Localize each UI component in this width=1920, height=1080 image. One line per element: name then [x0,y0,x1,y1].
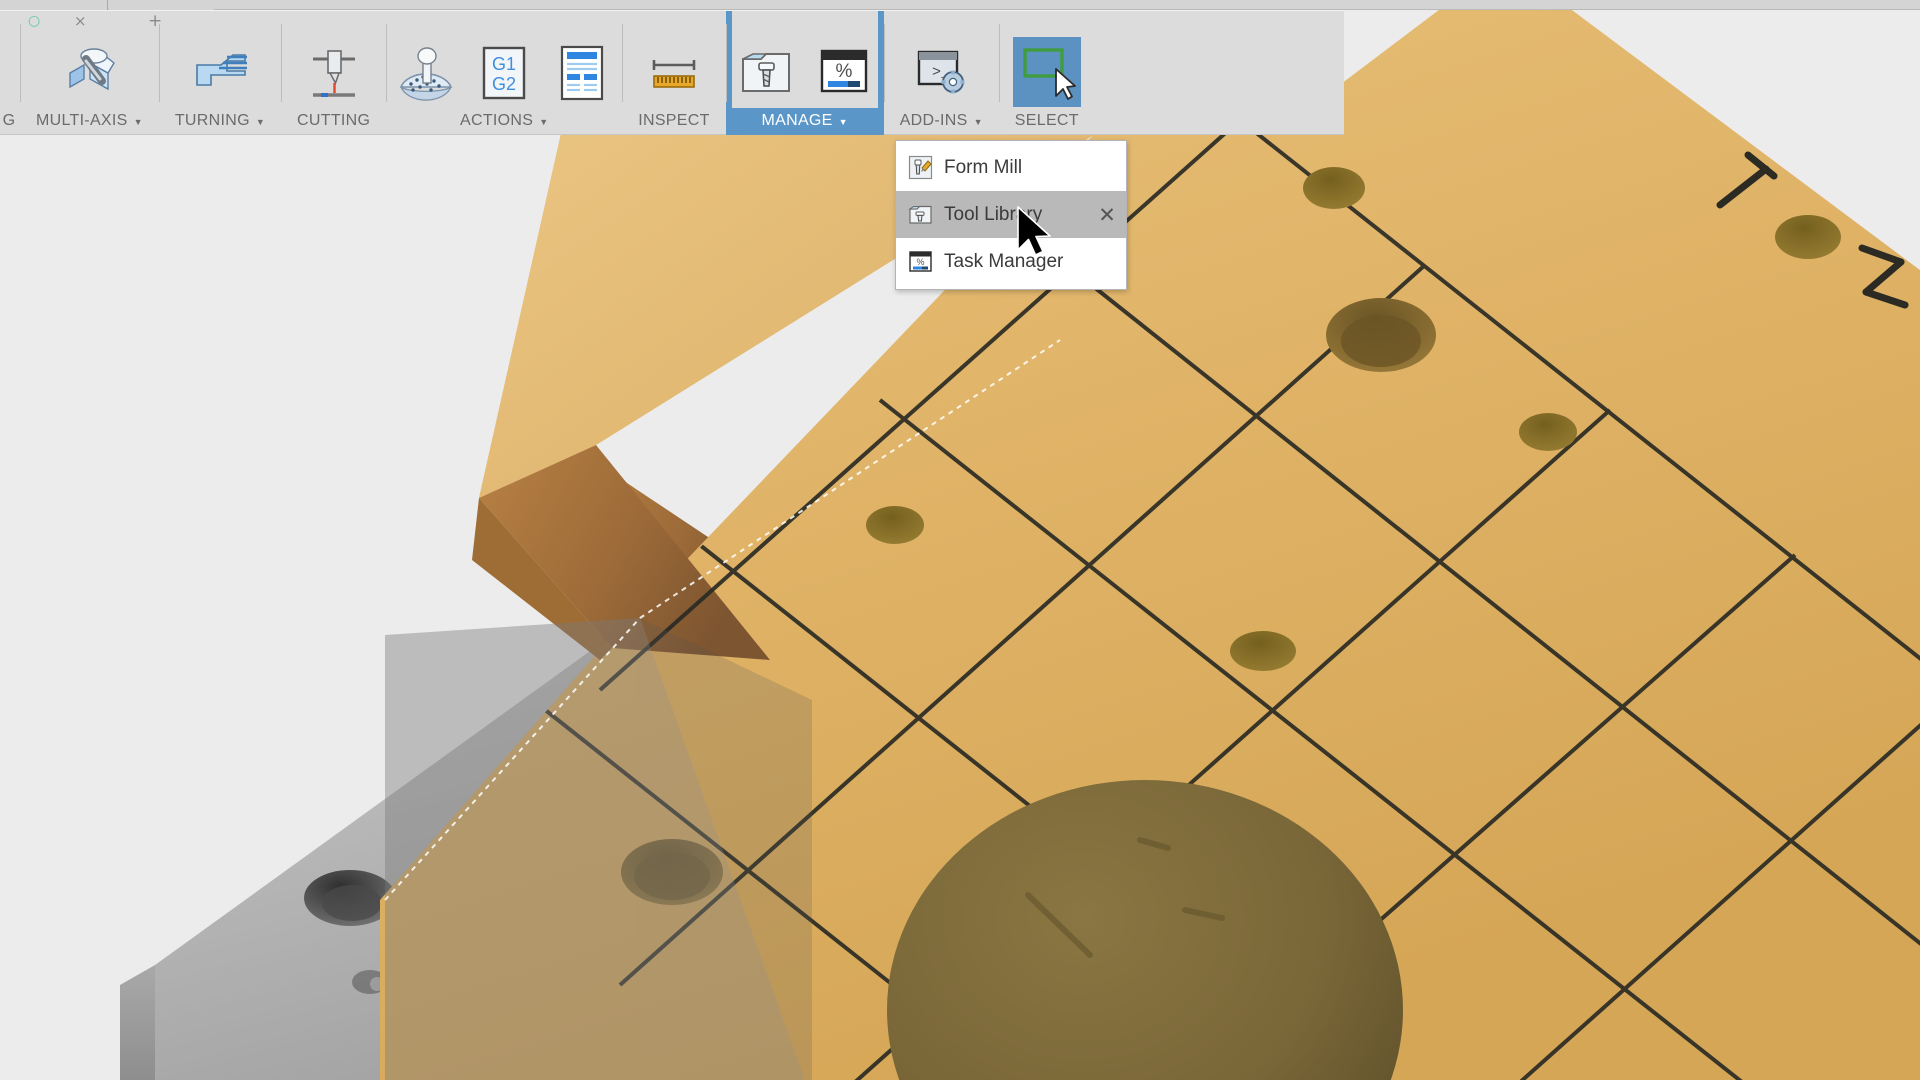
hole-small [1519,413,1577,451]
ribbon-group-turning-label: TURNING ▼ [165,108,275,133]
menu-item-tool-library-label: Tool Library [944,203,1043,225]
ribbon-group-actions[interactable]: G1 G2 ACTIONS ▼ [386,10,622,135]
chevron-down-icon[interactable]: ▼ [134,111,143,133]
ribbon-group-multi-axis-label: MULTI-AXIS ▼ [26,108,153,133]
svg-text:G2: G2 [492,74,516,94]
post-process-g1-g2-icon[interactable]: G1 G2 [470,36,538,108]
tab-active[interactable] [0,0,108,10]
turning-icon[interactable] [186,36,254,108]
ribbon-group-add-ins-label: ADD-INS ▼ [890,108,993,133]
cutting-icon[interactable] [300,36,368,108]
label-text: MANAGE [761,111,833,129]
ribbon-group-manage[interactable]: % MANAGE ▼ [725,10,884,135]
label-text: MULTI-AXIS [36,111,128,129]
chevron-down-icon[interactable]: ▼ [539,111,548,133]
chevron-down-icon[interactable]: ▼ [839,111,848,133]
task-manager-icon[interactable]: % [810,36,878,108]
browser-tab-strip: ○ × + [0,0,1920,30]
measure-ruler-icon[interactable] [640,36,708,108]
manage-dropdown-menu[interactable]: Form Mill Tool Library ✕ % Task Manager [895,140,1127,290]
tool-library-icon [906,201,934,229]
menu-item-form-mill[interactable]: Form Mill [896,144,1126,191]
hole-small [1775,215,1841,259]
ribbon-group-cutting[interactable]: CUTTING [281,10,386,135]
select-window-icon[interactable] [1012,36,1081,108]
ribbon-group-manage-label: MANAGE ▼ [732,108,878,133]
label-text: ADD-INS [899,111,968,129]
menu-item-task-manager[interactable]: % Task Manager [896,238,1126,285]
chevron-down-icon[interactable]: ▼ [256,111,265,133]
tool-library-icon[interactable] [732,36,800,108]
hole-small [1303,167,1365,209]
cam-ribbon-toolbar: G MULTI-AXIS ▼ TURNING ▼ CUTTING G1 G2 A… [0,10,1344,135]
menu-item-tool-library[interactable]: Tool Library ✕ [896,191,1126,238]
ribbon-group-multi-axis[interactable]: MULTI-AXIS ▼ [20,10,159,135]
ribbon-group-cutting-label: CUTTING [297,111,371,129]
ribbon-group-select-label: SELECT [1014,111,1079,129]
ribbon-group-milling[interactable]: G [0,10,20,135]
ribbon-group-inspect-label: INSPECT [638,111,710,129]
setup-sheet-icon[interactable] [548,36,616,108]
ribbon-group-add-ins[interactable]: >_ ADD-INS ▼ [883,10,999,135]
label-text: ACTIONS [460,111,534,129]
ribbon-group-inspect[interactable]: INSPECT [622,10,725,135]
add-ins-terminal-gear-icon[interactable]: >_ [907,36,975,108]
menu-item-task-manager-label: Task Manager [944,250,1064,272]
multi-axis-icon[interactable] [55,36,123,108]
label-text: TURNING [174,111,250,129]
menu-item-form-mill-label: Form Mill [944,156,1023,178]
stock-overlay [385,618,812,1080]
simulate-icon[interactable] [392,36,460,108]
loading-spinner-icon: ○ [28,13,41,29]
svg-text:%: % [835,61,852,82]
form-mill-icon [906,154,934,182]
close-icon[interactable]: ✕ [1094,203,1120,227]
hole-small [866,506,924,544]
task-manager-icon: % [906,248,934,276]
new-tab-icon[interactable]: + [148,13,162,30]
ribbon-group-milling-label: G [2,111,16,129]
ribbon-group-turning[interactable]: TURNING ▼ [158,10,281,135]
ribbon-group-actions-label: ACTIONS ▼ [392,108,616,133]
chevron-down-icon[interactable]: ▼ [974,111,983,133]
ribbon-group-select[interactable]: SELECT [998,10,1095,135]
svg-text:G1: G1 [492,54,516,74]
svg-text:%: % [916,257,924,267]
tab-new-placeholder[interactable] [109,0,214,10]
close-tab-icon[interactable]: × [74,14,87,29]
hole-small [1230,631,1296,671]
